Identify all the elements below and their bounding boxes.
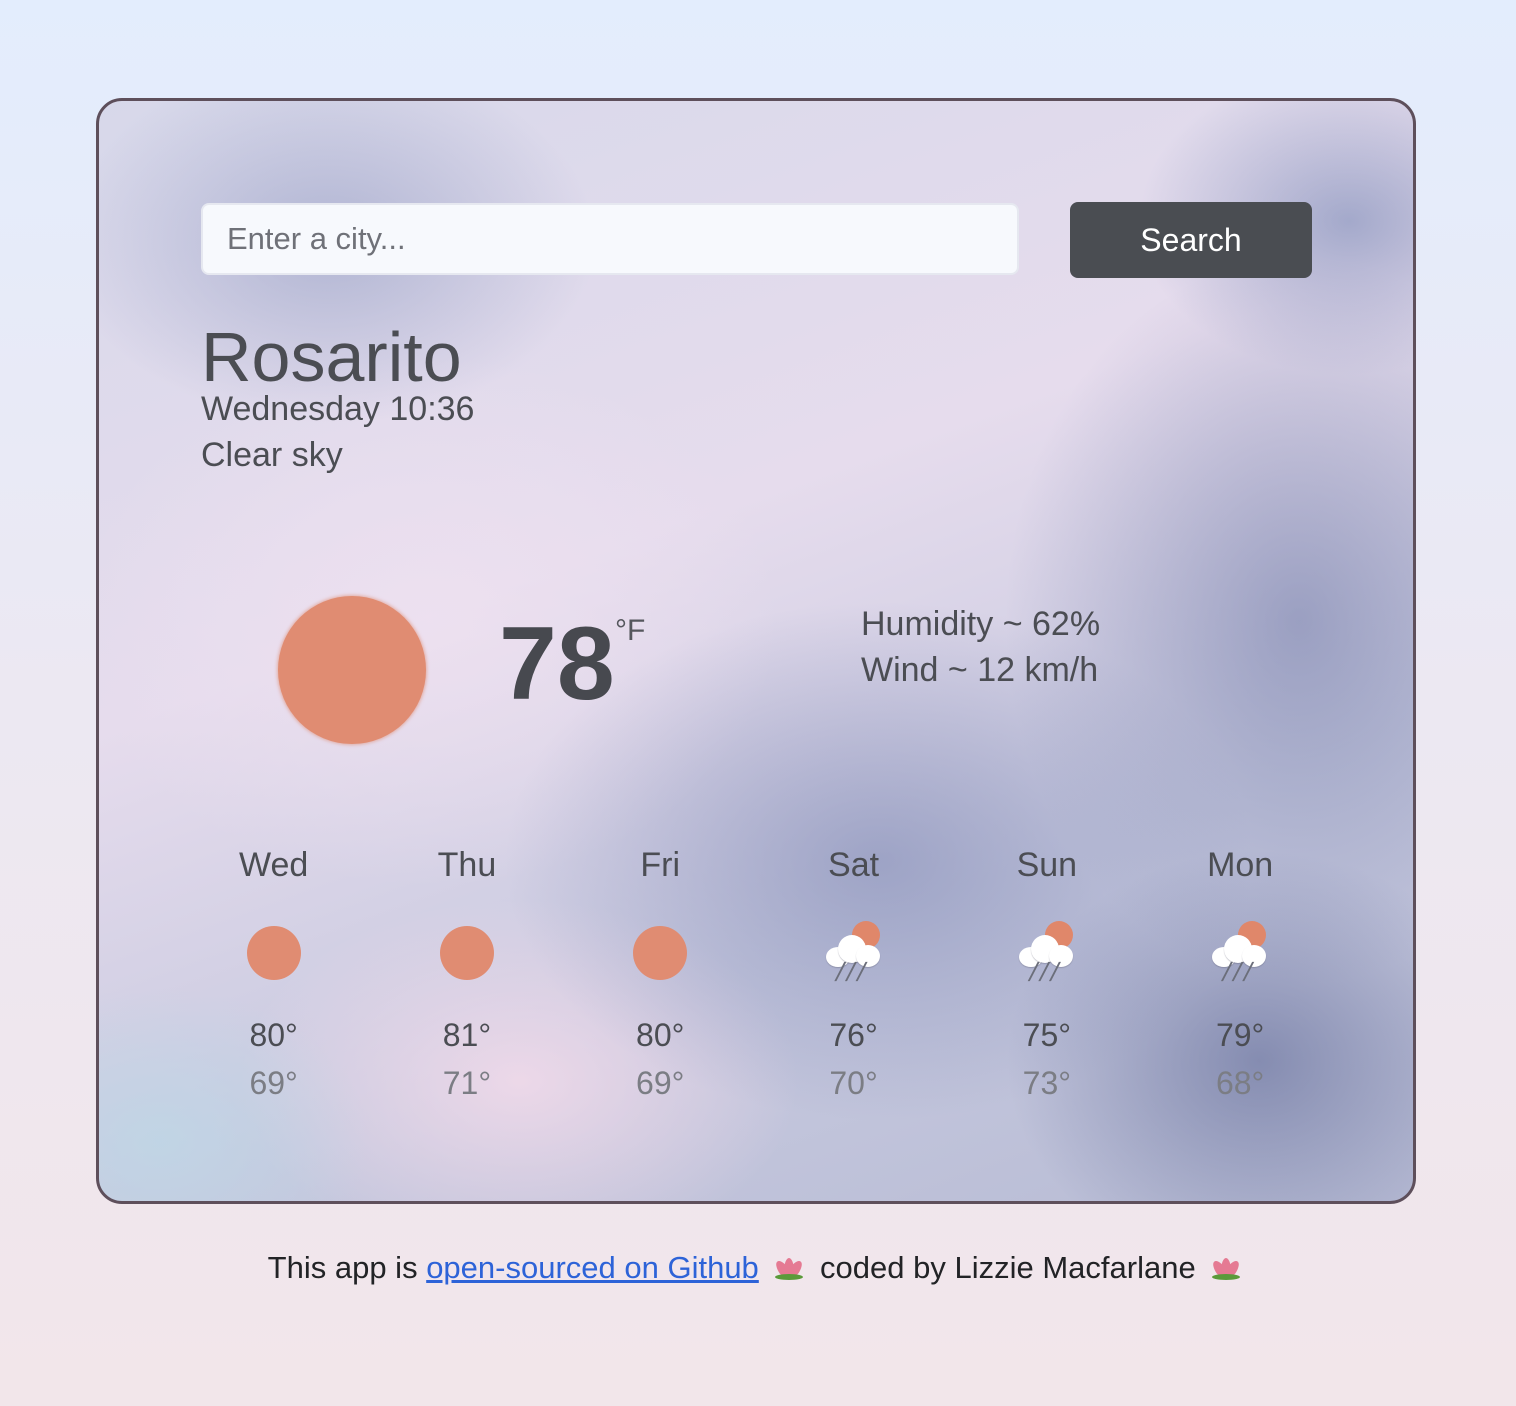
forecast-day: Wed 80° 69° [177, 843, 370, 1103]
sun-icon [628, 921, 692, 985]
forecast-list: Wed 80° 69° Thu 81° 71° Fri 80° 69° Sat … [177, 843, 1337, 1103]
forecast-max-temp: 80° [249, 1017, 298, 1053]
wind-text: Wind ~ 12 km/h [861, 651, 1099, 689]
search-button[interactable]: Search [1070, 202, 1312, 278]
forecast-day: Mon ╱╱╱ 79° 68° [1143, 843, 1336, 1103]
city-name: Rosarito [201, 318, 462, 396]
weather-description: Clear sky [201, 436, 343, 474]
sun-icon [242, 921, 306, 985]
sun-icon [435, 921, 499, 985]
footer: This app is open-sourced on Github coded… [0, 1248, 1516, 1288]
sun-behind-rain-cloud-icon: ╱╱╱ [1015, 921, 1079, 985]
current-datetime: Wednesday 10:36 [201, 390, 475, 428]
forecast-max-temp: 80° [636, 1017, 685, 1053]
forecast-day-name: Mon [1207, 846, 1274, 884]
sun-icon [278, 596, 426, 744]
forecast-day-name: Fri [640, 846, 681, 884]
lotus-icon [773, 1258, 806, 1280]
forecast-max-temp: 76° [829, 1017, 878, 1053]
footer-prefix: This app is [267, 1250, 427, 1285]
github-link[interactable]: open-sourced on Github [426, 1250, 759, 1285]
forecast-max-temp: 79° [1215, 1017, 1265, 1053]
forecast-day: Fri 80° 69° [564, 843, 757, 1103]
forecast-max-temp: 75° [1022, 1017, 1072, 1053]
forecast-day-name: Sat [828, 846, 880, 884]
lotus-icon [1210, 1258, 1242, 1280]
forecast-day-name: Thu [437, 846, 497, 884]
forecast-max-temp: 81° [442, 1017, 492, 1053]
forecast-day: Sun ╱╱╱ 75° 73° [950, 843, 1143, 1103]
forecast-day: Sat ╱╱╱ 76° 70° [757, 843, 950, 1103]
sun-behind-rain-cloud-icon: ╱╱╱ [1208, 921, 1272, 985]
forecast-day-name: Sun [1016, 846, 1078, 884]
sun-behind-rain-cloud-icon: ╱╱╱ [822, 921, 886, 985]
forecast-min-temp: 68° [1215, 1065, 1265, 1101]
current-temperature: 78 [499, 606, 615, 722]
weather-details: Humidity ~ 62% Wind ~ 12 km/h [861, 601, 1100, 693]
forecast-min-temp: 69° [249, 1065, 298, 1101]
forecast-day-name: Wed [239, 846, 309, 884]
forecast-min-temp: 73° [1022, 1065, 1072, 1101]
forecast-day: Thu 81° 71° [370, 843, 563, 1103]
forecast-min-temp: 69° [636, 1065, 685, 1101]
city-search-input[interactable] [201, 203, 1019, 275]
humidity-text: Humidity ~ 62% [861, 605, 1101, 643]
forecast-min-temp: 70° [829, 1065, 878, 1101]
footer-credit: coded by Lizzie Macfarlane [811, 1250, 1205, 1285]
forecast-min-temp: 71° [442, 1065, 492, 1101]
weather-card: Search Rosarito Wednesday 10:36 Clear sk… [96, 98, 1416, 1204]
temperature-unit: °F [615, 614, 646, 647]
